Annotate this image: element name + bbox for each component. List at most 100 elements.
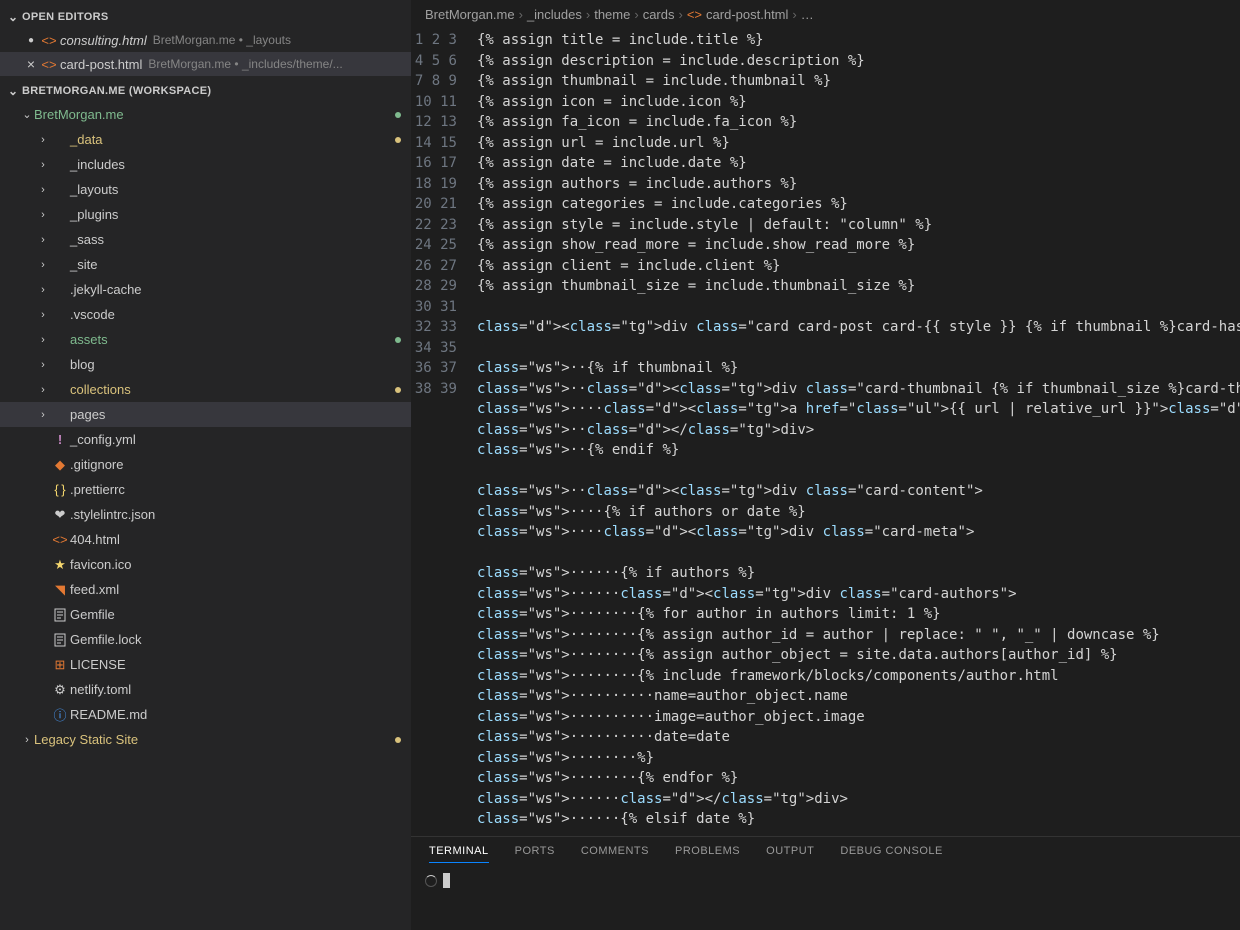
status-dot-icon — [395, 137, 401, 143]
file-item[interactable]: Gemfile — [0, 602, 411, 627]
chevron-right-icon: › — [36, 159, 50, 171]
tree-label: pages — [70, 407, 403, 422]
chevron-right-icon: › — [36, 184, 50, 196]
chevron-down-icon: ⌄ — [20, 108, 34, 121]
file-icon: ! — [50, 432, 70, 447]
status-dot-icon — [395, 737, 401, 743]
file-item[interactable]: { }.prettierrc — [0, 477, 411, 502]
code-editor[interactable]: 1 2 3 4 5 6 7 8 9 10 11 12 13 14 15 16 1… — [411, 28, 1240, 836]
chevron-right-icon: › — [36, 134, 50, 146]
tree-label: feed.xml — [70, 582, 403, 597]
chevron-right-icon: › — [519, 7, 523, 22]
tree-label: _sass — [70, 232, 403, 247]
panel-tab-comments[interactable]: COMMENTS — [581, 845, 649, 863]
open-editor-item[interactable]: ×<>card-post.html BretMorgan.me • _includ… — [0, 52, 411, 76]
panel-tab-ports[interactable]: PORTS — [515, 845, 555, 863]
file-item[interactable]: ⊞LICENSE — [0, 652, 411, 677]
file-icon: ❤ — [50, 507, 70, 523]
folder-item[interactable]: ›_includes — [0, 152, 411, 177]
file-icon — [50, 608, 70, 622]
editor-filepath: BretMorgan.me • _layouts — [153, 33, 291, 47]
chevron-right-icon: › — [20, 734, 34, 746]
file-icon — [50, 633, 70, 647]
file-item[interactable]: ◥feed.xml — [0, 577, 411, 602]
tree-label: blog — [70, 357, 403, 372]
tree-label: .jekyll-cache — [70, 282, 403, 297]
status-dot-icon — [395, 337, 401, 343]
file-item[interactable]: ★favicon.ico — [0, 552, 411, 577]
file-item[interactable]: ❤.stylelintrc.json — [0, 502, 411, 527]
folder-item[interactable]: › collections — [0, 377, 411, 402]
html-icon: <> — [687, 7, 702, 22]
file-item[interactable]: !_config.yml — [0, 427, 411, 452]
folder-item[interactable]: ›pages — [0, 402, 411, 427]
folder-item[interactable]: ›.vscode — [0, 302, 411, 327]
tree-label: _site — [70, 257, 403, 272]
editor-filepath: BretMorgan.me • _includes/theme/... — [148, 57, 342, 71]
open-editors-header[interactable]: ⌄ Open Editors — [0, 6, 411, 28]
folder-item[interactable]: ›blog — [0, 352, 411, 377]
file-icon: ⊞ — [50, 657, 70, 673]
chevron-right-icon: › — [36, 384, 50, 396]
html-icon: <> — [40, 57, 58, 72]
folder-item[interactable]: › _sass — [0, 227, 411, 252]
breadcrumb-item[interactable]: cards — [643, 7, 675, 22]
folder-item[interactable]: › .jekyll-cache — [0, 277, 411, 302]
status-dot-icon — [395, 387, 401, 393]
panel-tab-debug-console[interactable]: DEBUG CONSOLE — [840, 845, 942, 863]
folder-item[interactable]: ›assets — [0, 327, 411, 352]
open-editors-section: ⌄ Open Editors ●<>consulting.htmlBretMor… — [0, 0, 411, 76]
tree-label: favicon.ico — [70, 557, 403, 572]
section-title: BRETMORGAN.ME (WORKSPACE) — [22, 85, 211, 97]
editor-filename: card-post.html — [60, 57, 142, 72]
breadcrumb-item[interactable]: BretMorgan.me — [425, 7, 515, 22]
file-item[interactable]: Gemfile.lock — [0, 627, 411, 652]
panel-tab-output[interactable]: OUTPUT — [766, 845, 814, 863]
file-item[interactable]: ⚙netlify.toml — [0, 677, 411, 702]
chevron-right-icon: › — [792, 7, 796, 22]
folder-item[interactable]: ›_site — [0, 252, 411, 277]
folder-item[interactable]: ›_plugins — [0, 202, 411, 227]
folder-item[interactable]: ›_layouts — [0, 177, 411, 202]
breadcrumb-item[interactable]: _includes — [527, 7, 582, 22]
file-item[interactable]: ◆.gitignore — [0, 452, 411, 477]
html-icon: <> — [40, 33, 58, 48]
tree-label: Legacy Static Site — [34, 732, 403, 747]
chevron-right-icon: › — [36, 234, 50, 246]
bottom-panel: TERMINAL PORTS COMMENTS PROBLEMS OUTPUT DEBUG… — [411, 836, 1240, 930]
editor-area: BretMorgan.me›_includes›theme›cards›<>ca… — [411, 0, 1240, 930]
breadcrumb-item[interactable]: theme — [594, 7, 630, 22]
tree-label: README.md — [70, 707, 403, 722]
workspace-header[interactable]: ⌄ BRETMORGAN.ME (WORKSPACE) — [0, 80, 411, 102]
tree-label: .gitignore — [70, 457, 403, 472]
terminal-body[interactable] — [411, 869, 1240, 892]
file-icon: ◆ — [50, 457, 70, 473]
tree-label: .stylelintrc.json — [70, 507, 403, 522]
tree-label: .prettierrc — [70, 482, 403, 497]
folder-item[interactable]: ›_data — [0, 127, 411, 152]
breadcrumb-item[interactable]: <>card-post.html — [687, 7, 789, 22]
panel-tab-terminal[interactable]: TERMINAL — [429, 845, 489, 863]
folder-item[interactable]: ⌄BretMorgan.me — [0, 102, 411, 127]
file-icon: <> — [50, 532, 70, 547]
editor-filename: consulting.html — [60, 33, 147, 48]
breadcrumb[interactable]: BretMorgan.me›_includes›theme›cards›<>ca… — [411, 0, 1240, 28]
file-icon: ⓘ — [50, 705, 70, 724]
open-editor-item[interactable]: ●<>consulting.htmlBretMorgan.me • _layou… — [0, 28, 411, 52]
close-icon[interactable]: × — [22, 56, 40, 72]
spinner-icon — [425, 875, 437, 887]
tree-label: Gemfile — [70, 607, 403, 622]
tree-label: BretMorgan.me — [34, 107, 403, 122]
chevron-right-icon: › — [36, 309, 50, 321]
tree-label: collections — [70, 382, 403, 397]
file-item[interactable]: <>404.html — [0, 527, 411, 552]
folder-item[interactable]: ›Legacy Static Site — [0, 727, 411, 752]
panel-tab-problems[interactable]: PROBLEMS — [675, 845, 740, 863]
chevron-right-icon: › — [36, 284, 50, 296]
breadcrumb-item[interactable]: … — [801, 7, 814, 22]
file-item[interactable]: ⓘREADME.md — [0, 702, 411, 727]
tree-label: _config.yml — [70, 432, 403, 447]
tree-label: Gemfile.lock — [70, 632, 403, 647]
code-content[interactable]: {% assign title = include.title %} {% as… — [475, 28, 1240, 836]
chevron-right-icon: › — [586, 7, 590, 22]
